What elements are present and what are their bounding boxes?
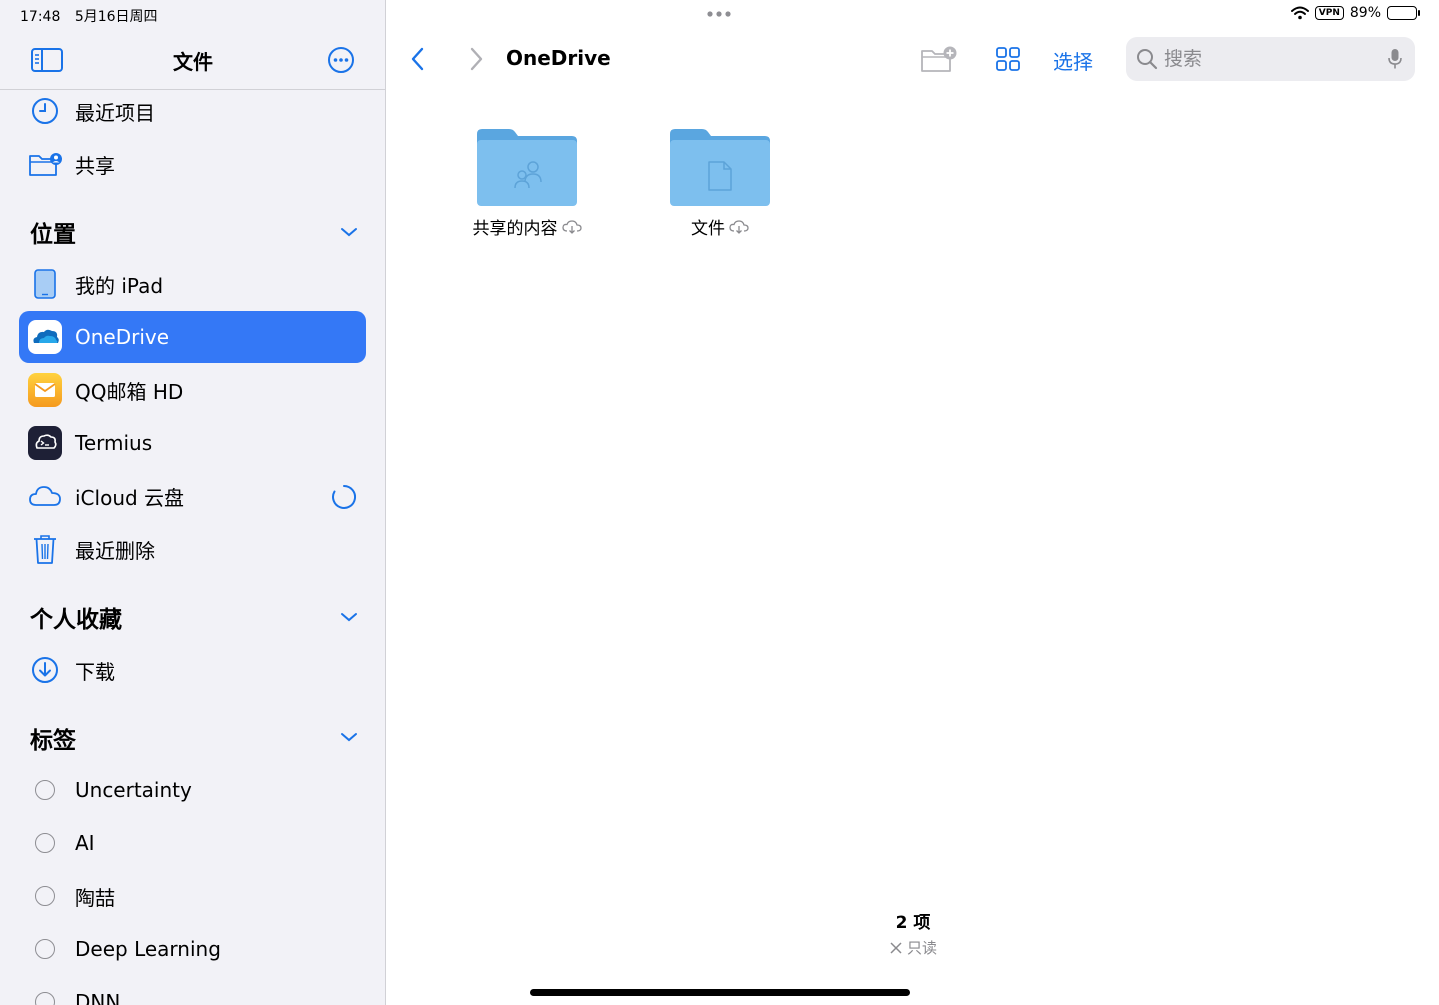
- search-icon: [1137, 49, 1158, 70]
- sidebar-item-recently-deleted[interactable]: 最近删除: [19, 523, 366, 575]
- status-bar-right: VPN 89%: [1290, 5, 1420, 21]
- sidebar-item-label: OneDrive: [75, 325, 170, 349]
- tag-circle-icon: [27, 931, 63, 967]
- cloud-icon: [27, 478, 63, 514]
- readonly-label: 只读: [906, 939, 937, 957]
- section-favorites: 个人收藏: [30, 607, 122, 633]
- sidebar-item-tag-deep-learning[interactable]: Deep Learning: [19, 923, 366, 975]
- sidebar-item-recents[interactable]: 最近项目: [19, 85, 366, 137]
- folder-documents[interactable]: 文件: [635, 126, 805, 239]
- item-count: 2 项: [895, 913, 931, 933]
- search-input[interactable]: [1164, 48, 1374, 70]
- sidebar-item-qqmail[interactable]: QQ邮箱 HD: [19, 364, 366, 416]
- cloud-download-icon: [729, 219, 749, 234]
- sidebar-item-label: 最近删除: [75, 538, 155, 563]
- search-bar[interactable]: [1126, 37, 1415, 81]
- shared-folder-icon: [27, 146, 63, 182]
- multitasking-dots-icon[interactable]: [706, 6, 734, 22]
- ipad-icon: [27, 266, 63, 302]
- cloud-download-icon: [561, 219, 582, 234]
- shared-folder-icon: [477, 129, 577, 206]
- select-button[interactable]: 选择: [1053, 46, 1093, 75]
- back-chevron-icon[interactable]: [409, 46, 425, 72]
- home-indicator[interactable]: [530, 989, 910, 996]
- microphone-icon[interactable]: [1387, 48, 1403, 70]
- more-options-icon[interactable]: [327, 46, 355, 74]
- sidebar: 17:48 5月16日周四 文件 最近项目 共享 位置 我的 iPad OneD…: [0, 0, 386, 1005]
- sidebar-item-label: QQ邮箱 HD: [75, 379, 184, 404]
- sidebar-item-my-ipad[interactable]: 我的 iPad: [19, 258, 366, 310]
- sidebar-item-label: AI: [75, 831, 95, 855]
- battery-percent: 89%: [1349, 5, 1381, 21]
- mail-icon: [27, 372, 63, 408]
- onedrive-icon: [27, 319, 63, 355]
- sidebar-item-label: Uncertainty: [75, 778, 192, 802]
- sidebar-item-shared[interactable]: 共享: [19, 138, 366, 190]
- sidebar-item-label: 我的 iPad: [75, 273, 164, 298]
- clock-icon: [27, 93, 63, 129]
- document-folder-icon: [670, 129, 770, 206]
- sidebar-item-tag-ai[interactable]: AI: [19, 817, 366, 869]
- folder-shared-content[interactable]: 共享的内容: [442, 126, 612, 239]
- status-bar-left: 17:48 5月16日周四: [20, 6, 168, 26]
- sidebar-item-label: 下载: [75, 659, 115, 684]
- sidebar-item-tag-uncertainty[interactable]: Uncertainty: [19, 764, 366, 816]
- chevron-down-icon[interactable]: [340, 611, 358, 623]
- tag-circle-icon: [27, 878, 63, 914]
- sidebar-item-label: DNN: [75, 990, 121, 1005]
- tag-circle-icon: [27, 984, 63, 1005]
- sidebar-item-label: Deep Learning: [75, 937, 221, 961]
- sidebar-item-tag-dnn[interactable]: DNN: [19, 976, 366, 1005]
- termius-icon: [27, 425, 63, 461]
- sidebar-item-label: 陶喆: [75, 885, 115, 910]
- status-date: 5月16日周四: [74, 9, 158, 25]
- trash-icon: [27, 531, 63, 567]
- main-content: VPN 89% OneDrive 选择 搜索 共享的内容 文件 2 项 只读: [387, 0, 1439, 1005]
- sidebar-item-downloads[interactable]: 下载: [19, 644, 366, 696]
- status-time: 17:48: [20, 9, 61, 25]
- forward-chevron-icon[interactable]: [469, 46, 485, 72]
- sidebar-item-icloud[interactable]: iCloud 云盘: [19, 470, 366, 522]
- wifi-icon: [1290, 6, 1309, 20]
- sidebar-item-label: 最近项目: [75, 100, 155, 125]
- sidebar-item-label: 共享: [75, 153, 115, 178]
- section-tags: 标签: [30, 728, 76, 754]
- file-name: 文件: [691, 219, 725, 239]
- chevron-down-icon[interactable]: [340, 731, 358, 743]
- grid-view-icon[interactable]: [995, 46, 1021, 72]
- download-icon: [27, 652, 63, 688]
- chevron-down-icon[interactable]: [340, 226, 358, 238]
- sidebar-item-label: iCloud 云盘: [75, 485, 185, 510]
- sidebar-item-tag-taozhe[interactable]: 陶喆: [19, 870, 366, 922]
- no-edit-icon: [890, 941, 902, 954]
- sidebar-item-onedrive[interactable]: OneDrive: [19, 311, 366, 363]
- sync-progress-icon: [332, 485, 356, 509]
- readonly-status: 只读: [387, 937, 1439, 958]
- page-title: OneDrive: [506, 46, 611, 70]
- sidebar-item-label: Termius: [75, 431, 153, 455]
- new-folder-icon[interactable]: [920, 44, 958, 74]
- battery-icon: [1387, 6, 1420, 20]
- sidebar-header: 文件: [0, 30, 385, 90]
- sidebar-item-termius[interactable]: Termius: [19, 417, 366, 469]
- tag-circle-icon: [27, 825, 63, 861]
- tag-circle-icon: [27, 772, 63, 808]
- file-name: 共享的内容: [472, 219, 558, 239]
- section-locations: 位置: [30, 222, 76, 248]
- vpn-badge: VPN: [1314, 6, 1344, 20]
